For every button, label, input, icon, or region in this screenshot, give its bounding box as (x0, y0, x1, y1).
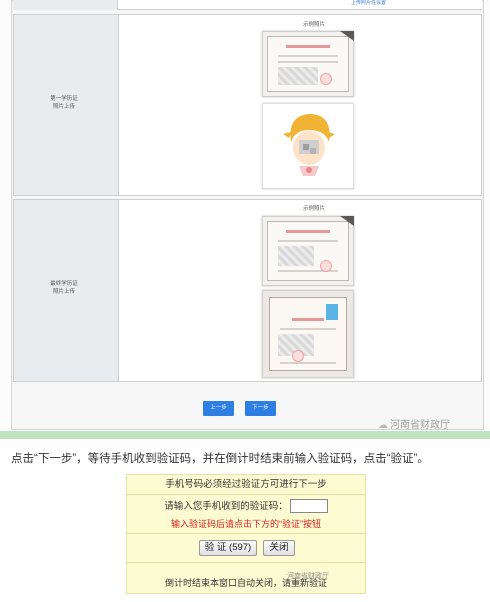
sample-photo-caption: 示例照片 (302, 22, 325, 28)
verify-hint: 输入验证码后请点击下方的“验证”按钮 (171, 519, 321, 529)
code-prompt-row: 请输入您手机收到的验证码： (127, 497, 365, 517)
wechat-icon: ☁ (378, 420, 388, 431)
next-step-button[interactable]: 下一步 (245, 401, 276, 416)
sample-photo-caption: 示例照片 (302, 206, 325, 212)
close-button[interactable]: 关闭 (263, 540, 295, 556)
first-degree-upload-row: 第一学历证 照片上传 示例照片 (13, 14, 482, 196)
countdown-footer: 倒计时结束本窗口自动关闭，请重新验证 (164, 578, 327, 588)
first-degree-label: 第一学历证 照片上传 (50, 96, 78, 110)
verify-button[interactable]: 验 证 (597) (199, 540, 257, 556)
verification-code-input[interactable] (289, 499, 328, 514)
cartoon-avatar-icon (283, 114, 335, 176)
sample-avatar-image (262, 103, 354, 189)
final-degree-upload-row: 最终学历证 照片上传 示例照片 (13, 199, 482, 382)
sample-degree-certificate-image (262, 216, 354, 286)
form-screenshot: 上传照片任设置 第一学历证 照片上传 示例照片 最终学历证 照片上传 示例照片 … (0, 0, 490, 432)
dialog-watermark: 河南省财政厅 (287, 573, 329, 580)
dialog-header: 手机号码必须经过验证方可进行下一步 (127, 475, 365, 495)
final-degree-label: 最终学历证 照片上传 (50, 281, 78, 295)
divider-bar (0, 431, 490, 439)
code-prompt-label: 请输入您手机收到的验证码： (164, 501, 288, 512)
watermark: ☁ 河南省财政厅 (378, 420, 450, 431)
upload-settings-link[interactable]: 上传照片任设置 (351, 0, 386, 7)
verification-dialog: 手机号码必须经过验证方可进行下一步 请输入您手机收到的验证码： 输入验证码后请点… (126, 474, 366, 594)
sample-diploma-image (262, 290, 354, 378)
prev-step-button[interactable]: 上一步 (203, 401, 234, 416)
sample-certificate-image (262, 31, 354, 97)
instruction-text: 点击“下一步”，等待手机收到验证码，并在倒计时结束前输入验证码，点击“验证”。 (11, 453, 429, 465)
top-table-row: 上传照片任设置 (13, 0, 482, 10)
